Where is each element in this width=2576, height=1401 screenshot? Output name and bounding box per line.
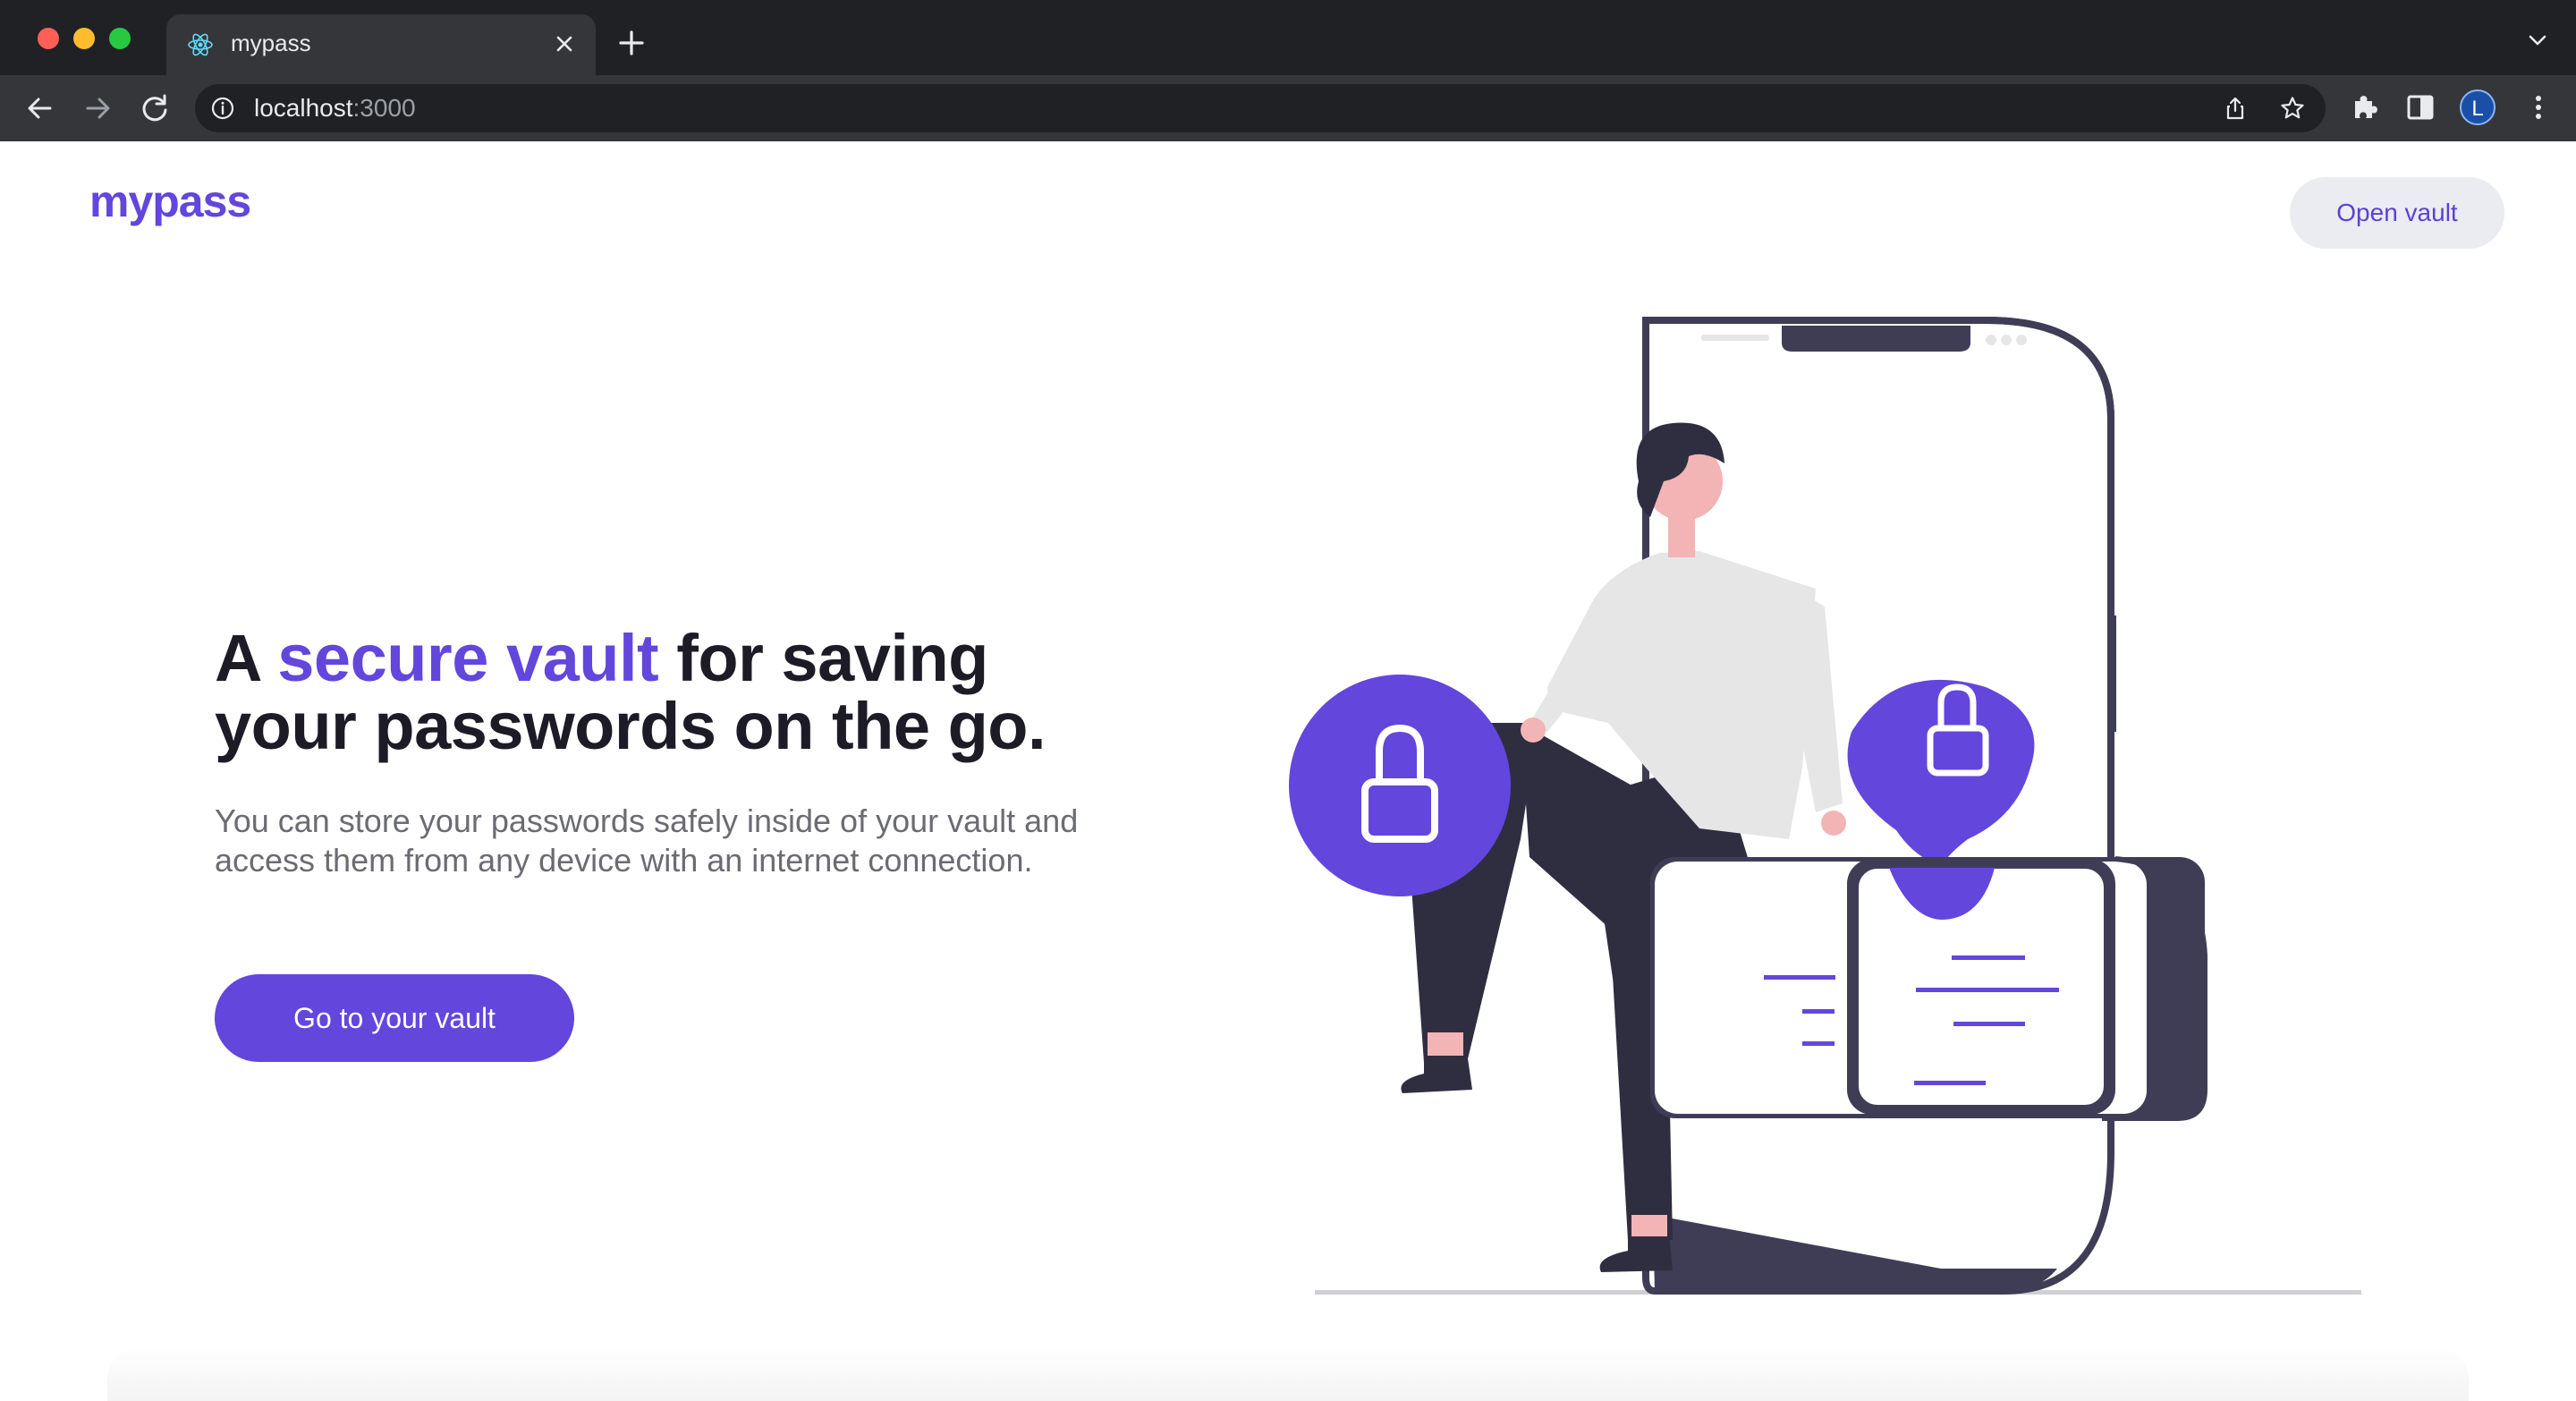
tab-close-icon[interactable]: [549, 29, 580, 59]
hero-title-accent: secure vault: [277, 621, 659, 695]
browser-chrome: mypass localhost:3000 L: [0, 0, 2576, 143]
logo[interactable]: mypass: [89, 175, 251, 227]
star-icon[interactable]: [2279, 95, 2306, 122]
close-window-button[interactable]: [38, 28, 59, 49]
hero-subtitle: You can store your passwords safely insi…: [215, 802, 1079, 879]
puzzle-icon[interactable]: [2347, 89, 2383, 125]
react-atom-icon: [188, 33, 213, 56]
chevron-down-icon[interactable]: [2526, 29, 2549, 52]
info-icon[interactable]: [209, 95, 236, 122]
open-vault-button[interactable]: Open vault: [2290, 177, 2504, 249]
url-host: localhost: [254, 94, 353, 122]
arrow-right-icon[interactable]: [77, 88, 118, 129]
url-text[interactable]: localhost:3000: [254, 94, 416, 123]
hero-illustration: [1289, 317, 2361, 1295]
browser-toolbar: localhost:3000 L: [0, 75, 2576, 141]
browser-tab[interactable]: mypass: [166, 14, 596, 75]
url-port: :3000: [352, 94, 416, 122]
profile-avatar[interactable]: L: [2460, 89, 2496, 125]
page: mypass Open vault A secure vault for sav…: [0, 141, 2576, 1401]
hero-title: A secure vault for saving your passwords…: [215, 624, 1109, 760]
address-bar[interactable]: localhost:3000: [195, 84, 2326, 132]
hero-title-prefix: A: [215, 621, 278, 695]
tab-strip: mypass: [0, 0, 2576, 75]
maximize-window-button[interactable]: [109, 28, 131, 49]
kebab-menu-icon[interactable]: [2521, 89, 2556, 125]
section-divider-shadow: [107, 1345, 2469, 1401]
side-panel-icon[interactable]: [2402, 89, 2438, 125]
share-icon[interactable]: [2222, 95, 2249, 122]
credential-card-front: [1853, 863, 2109, 1110]
arrow-left-icon[interactable]: [20, 88, 61, 129]
tab-title: mypass: [231, 30, 311, 56]
minimize-window-button[interactable]: [73, 28, 95, 49]
new-tab-icon[interactable]: [614, 25, 649, 61]
reload-icon[interactable]: [134, 88, 175, 129]
go-to-vault-button[interactable]: Go to your vault: [215, 974, 574, 1062]
